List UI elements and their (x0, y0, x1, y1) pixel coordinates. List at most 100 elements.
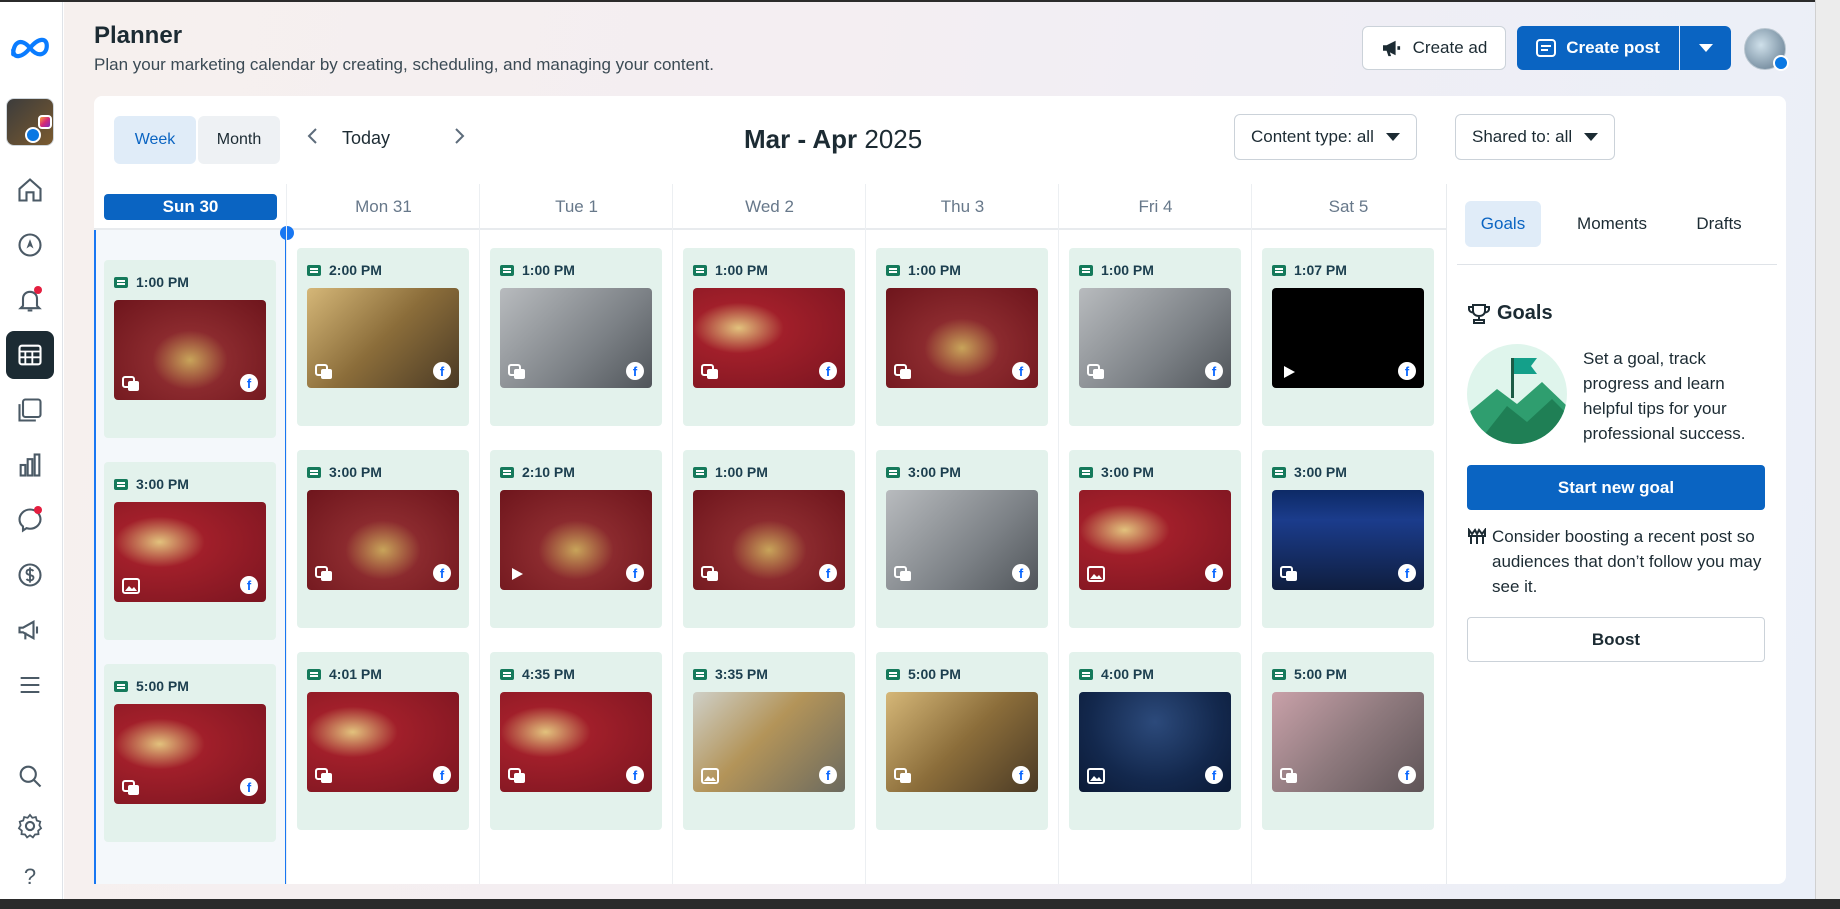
search-icon[interactable] (6, 752, 54, 800)
tab-drafts[interactable]: Drafts (1679, 201, 1759, 247)
carousel-icon (701, 566, 718, 581)
scheduled-post[interactable]: 4:35 PM (490, 652, 662, 830)
day-header[interactable]: Fri 4 (1059, 184, 1252, 230)
post-time-label: 3:35 PM (715, 666, 768, 682)
post-thumbnail[interactable] (500, 288, 652, 388)
home-icon[interactable] (6, 166, 54, 214)
scheduled-post[interactable]: 3:00 PM (297, 450, 469, 628)
next-week-icon[interactable] (452, 126, 466, 152)
scheduled-post[interactable]: 1:00 PM (1069, 248, 1241, 426)
post-time: 1:00 PM (1079, 262, 1154, 278)
scheduled-post[interactable]: 4:01 PM (297, 652, 469, 830)
menu-icon[interactable] (6, 661, 54, 709)
scheduled-post[interactable]: 5:00 PM (104, 664, 276, 842)
shared-to-filter[interactable]: Shared to: all (1455, 114, 1616, 160)
post-time: 1:00 PM (114, 274, 189, 290)
compass-icon[interactable] (6, 221, 54, 269)
post-type-icon (500, 466, 514, 478)
day-column-divider (865, 184, 866, 884)
post-thumbnail[interactable] (114, 502, 266, 602)
post-thumbnail[interactable] (886, 490, 1038, 590)
boost-button[interactable]: Boost (1467, 617, 1765, 662)
scheduled-post[interactable]: 1:00 PM (876, 248, 1048, 426)
instagram-icon (38, 115, 52, 129)
post-thumbnail[interactable] (114, 704, 266, 804)
week-toggle[interactable]: Week (114, 116, 196, 164)
facebook-icon (240, 778, 258, 796)
post-thumbnail[interactable] (307, 490, 459, 590)
content-type-filter[interactable]: Content type: all (1234, 114, 1417, 160)
insights-icon[interactable] (6, 441, 54, 489)
facebook-icon (1398, 564, 1416, 582)
post-thumbnail[interactable] (693, 692, 845, 792)
post-time: 4:01 PM (307, 666, 382, 682)
facebook-icon (1205, 362, 1223, 380)
post-icon (1536, 39, 1557, 57)
monetization-icon[interactable] (6, 551, 54, 599)
post-time: 2:10 PM (500, 464, 575, 480)
scheduled-post[interactable]: 5:00 PM (1262, 652, 1434, 830)
scheduled-post[interactable]: 2:10 PM (490, 450, 662, 628)
post-thumbnail[interactable] (886, 692, 1038, 792)
planner-icon[interactable] (6, 331, 54, 379)
scheduled-post[interactable]: 1:00 PM (683, 248, 855, 426)
carousel-icon (1087, 364, 1104, 379)
post-thumbnail[interactable] (307, 288, 459, 388)
settings-icon[interactable] (6, 802, 54, 850)
post-thumbnail[interactable] (1079, 490, 1231, 590)
post-thumbnail[interactable] (500, 490, 652, 590)
bell-icon[interactable] (6, 276, 54, 324)
post-thumbnail[interactable] (886, 288, 1038, 388)
inbox-icon[interactable] (6, 496, 54, 544)
scheduled-post[interactable]: 1:07 PM (1262, 248, 1434, 426)
post-time: 4:35 PM (500, 666, 575, 682)
content-icon[interactable] (6, 386, 54, 434)
tab-goals[interactable]: Goals (1465, 201, 1541, 247)
ads-icon[interactable] (6, 606, 54, 654)
create-post-button[interactable]: Create post (1517, 26, 1679, 70)
video-play-icon (512, 568, 523, 580)
post-thumbnail[interactable] (693, 288, 845, 388)
post-thumbnail[interactable] (693, 490, 845, 590)
scheduled-post[interactable]: 5:00 PM (876, 652, 1048, 830)
scheduled-post[interactable]: 3:00 PM (104, 462, 276, 640)
today-button[interactable]: Today (342, 128, 390, 149)
scheduled-post[interactable]: 1:00 PM (683, 450, 855, 628)
day-header[interactable]: Thu 3 (866, 184, 1059, 230)
profile-avatar[interactable] (1744, 28, 1789, 71)
meta-logo-icon[interactable] (6, 24, 54, 72)
scheduled-post[interactable]: 3:00 PM (1262, 450, 1434, 628)
day-header[interactable]: Mon 31 (287, 184, 480, 230)
tab-moments[interactable]: Moments (1557, 201, 1667, 247)
day-header[interactable]: Wed 2 (673, 184, 866, 230)
post-time-label: 1:00 PM (715, 262, 768, 278)
previous-week-icon[interactable] (306, 126, 320, 152)
scheduled-post[interactable]: 1:00 PM (104, 260, 276, 438)
post-thumbnail[interactable] (1079, 288, 1231, 388)
account-avatar[interactable] (6, 98, 54, 146)
scheduled-post[interactable]: 3:00 PM (1069, 450, 1241, 628)
day-header[interactable]: Sun 30 (104, 194, 277, 220)
post-thumbnail[interactable] (500, 692, 652, 792)
post-time: 3:00 PM (886, 464, 961, 480)
start-new-goal-button[interactable]: Start new goal (1467, 465, 1765, 510)
create-post-dropdown[interactable] (1680, 26, 1731, 70)
day-header[interactable]: Sat 5 (1252, 184, 1445, 230)
scheduled-post[interactable]: 3:35 PM (683, 652, 855, 830)
post-thumbnail[interactable] (114, 300, 266, 400)
post-thumbnail[interactable] (1272, 490, 1424, 590)
help-icon[interactable]: ? (6, 857, 54, 897)
facebook-icon (240, 374, 258, 392)
post-thumbnail[interactable] (307, 692, 459, 792)
scheduled-post[interactable]: 1:00 PM (490, 248, 662, 426)
create-ad-button[interactable]: Create ad (1362, 26, 1506, 70)
scheduled-post[interactable]: 4:00 PM (1069, 652, 1241, 830)
month-toggle[interactable]: Month (198, 116, 280, 164)
post-thumbnail[interactable] (1272, 692, 1424, 792)
scheduled-post[interactable]: 3:00 PM (876, 450, 1048, 628)
post-thumbnail[interactable] (1272, 288, 1424, 388)
day-header[interactable]: Tue 1 (480, 184, 673, 230)
post-time-label: 4:00 PM (1101, 666, 1154, 682)
scheduled-post[interactable]: 2:00 PM (297, 248, 469, 426)
post-thumbnail[interactable] (1079, 692, 1231, 792)
